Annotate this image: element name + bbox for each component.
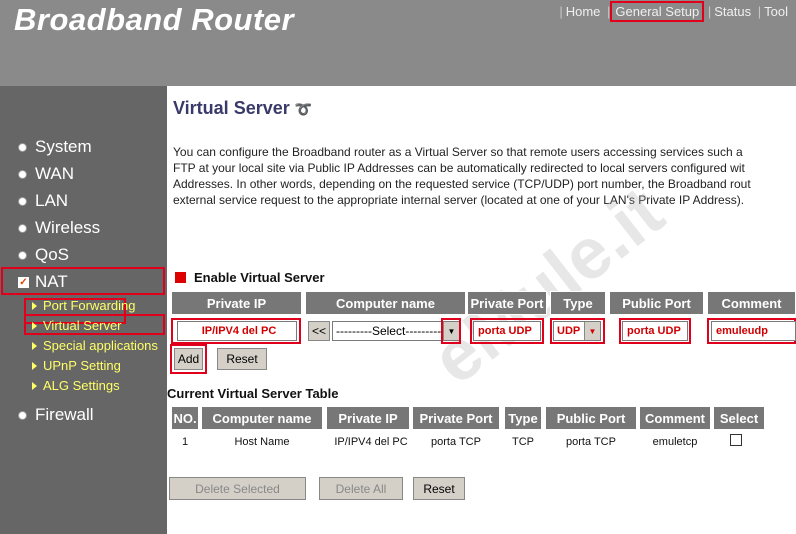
table-title: Current Virtual Server Table — [167, 386, 339, 401]
form-header-private-ip: Private IP — [171, 291, 302, 315]
form-header-public-port: Public Port — [609, 291, 704, 315]
row-select-checkbox[interactable] — [730, 434, 742, 446]
delete-selected-button[interactable]: Delete Selected — [169, 477, 306, 500]
nav-home[interactable]: Home — [566, 4, 601, 19]
enable-checkbox[interactable] — [175, 272, 186, 283]
main-content: Virtual Server ➰ You can configure the B… — [167, 86, 796, 534]
sidebar-item-wireless[interactable]: Wireless — [18, 218, 100, 238]
sidebar-sub-port-forwarding[interactable]: Port Forwarding — [32, 298, 135, 313]
arrow-icon — [32, 361, 37, 370]
public-port-input[interactable]: porta UDP — [622, 321, 688, 341]
sidebar-item-system[interactable]: System — [18, 137, 92, 157]
page-description: You can configure the Broadband router a… — [173, 145, 751, 207]
reset-table-button[interactable]: Reset — [413, 477, 465, 500]
form-header-computer-name: Computer name — [305, 291, 466, 315]
bullet-icon — [18, 196, 27, 206]
arrow-icon — [32, 341, 37, 350]
private-port-input[interactable]: porta UDP — [473, 321, 541, 341]
table-header-no: NO. — [171, 406, 199, 430]
row-comment: emuletcp — [652, 436, 698, 448]
row-computer-name: Host Name — [234, 436, 290, 448]
bullet-icon — [18, 250, 27, 260]
sidebar-item-wan[interactable]: WAN — [18, 164, 74, 184]
row-type: TCP — [512, 436, 534, 448]
table-header-public-port: Public Port — [545, 406, 637, 430]
sidebar-item-qos[interactable]: QoS — [18, 245, 69, 265]
form-header-private-port: Private Port — [467, 291, 547, 315]
form-header-type: Type — [550, 291, 606, 315]
highlight-nat — [1, 267, 165, 295]
brand-title: Broadband Router — [14, 2, 295, 37]
sidebar-sub-upnp-setting[interactable]: UPnP Setting — [32, 358, 121, 373]
delete-all-button[interactable]: Delete All — [319, 477, 403, 500]
arrow-icon — [32, 381, 37, 390]
nav-tool[interactable]: Tool — [764, 4, 788, 19]
sidebar-sub-virtual-server[interactable]: Virtual Server — [32, 318, 122, 333]
help-icon[interactable]: ➰ — [295, 101, 312, 117]
sidebar-item-firewall[interactable]: Firewall — [18, 405, 94, 425]
table-header-select: Select — [713, 406, 765, 430]
row-public-port: porta TCP — [566, 436, 616, 448]
table-header-computer-name: Computer name — [201, 406, 323, 430]
table-header-type: Type — [504, 406, 542, 430]
private-ip-input[interactable]: IP/IPV4 del PC — [177, 321, 297, 341]
comment-input[interactable]: emuleudp — [711, 321, 796, 341]
add-button[interactable]: Add — [174, 348, 203, 370]
header-bar: Broadband Router | Home | General Setup | S… — [0, 0, 796, 86]
top-nav: | Home | General Setup | Status | Tool — [559, 1, 788, 22]
sidebar-sub-alg-settings[interactable]: ALG Settings — [32, 378, 120, 393]
sidebar-item-lan[interactable]: LAN — [18, 191, 68, 211]
table-header-private-ip: Private IP — [326, 406, 410, 430]
nav-status[interactable]: Status — [714, 4, 751, 19]
page-title: Virtual Server ➰ — [173, 98, 313, 118]
bullet-icon — [18, 142, 27, 152]
enable-virtual-server[interactable]: Enable Virtual Server — [175, 270, 325, 285]
copy-to-ip-button[interactable]: << — [308, 321, 330, 341]
arrow-icon — [32, 321, 37, 330]
row-private-port: porta TCP — [431, 436, 481, 448]
nav-general-setup[interactable]: General Setup — [610, 1, 705, 22]
form-header-comment: Comment — [707, 291, 796, 315]
table-header-private-port: Private Port — [412, 406, 500, 430]
highlight-type — [550, 318, 605, 344]
reset-form-button[interactable]: Reset — [217, 348, 267, 370]
bullet-icon — [18, 169, 27, 179]
row-no: 1 — [181, 436, 189, 448]
bullet-icon — [18, 410, 27, 420]
table-header-comment: Comment — [639, 406, 711, 430]
sidebar: System WAN LAN Wireless QoS ✓ NAT Port Fo… — [0, 86, 167, 534]
arrow-icon — [32, 301, 37, 310]
row-private-ip: IP/IPV4 del PC — [334, 436, 408, 448]
bullet-icon — [18, 223, 27, 233]
highlight-select-arrow — [441, 318, 461, 344]
sidebar-sub-special-applications[interactable]: Special applications — [32, 338, 158, 353]
